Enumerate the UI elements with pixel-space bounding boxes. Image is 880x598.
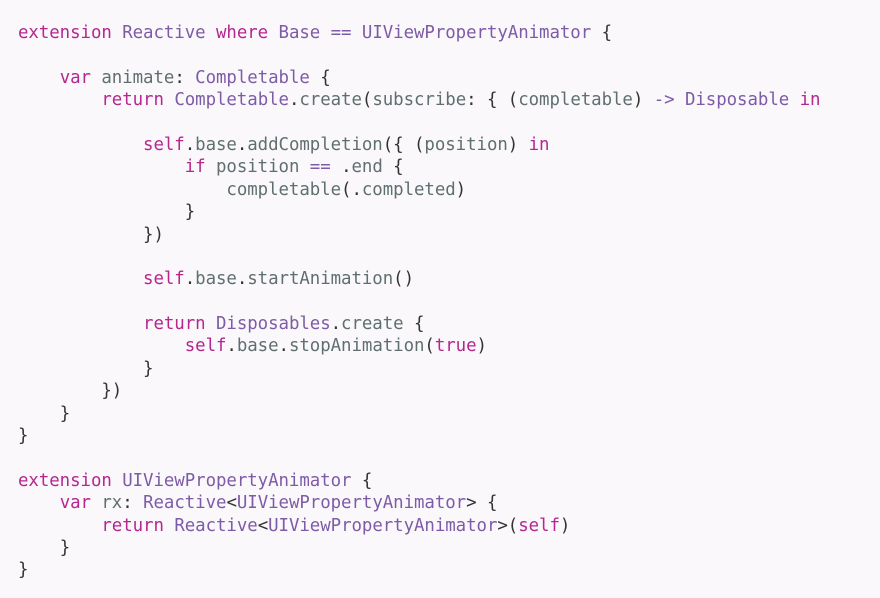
code-line: return Reactive<UIViewPropertyAnimator>(… [101,515,571,536]
code-line: } [184,202,196,223]
code-line: var rx: Reactive<UIViewPropertyAnimator>… [59,493,498,514]
code-line: } [59,403,71,424]
code-line: extension Reactive where Base == UIViewP… [18,23,612,43]
code-line: self.base.stopAnimation(true) [184,336,487,357]
code-viewer: extension Reactive where Base == UIViewP… [0,0,880,598]
code-line: if position == .end { [184,157,404,178]
code-block: extension Reactive where Base == UIViewP… [18,22,880,582]
code-line: self.base.startAnimation() [143,269,414,290]
code-line: return Disposables.create { [143,314,425,335]
code-line: extension UIViewPropertyAnimator { [18,470,373,491]
code-line: }) [143,224,164,245]
code-line: completable(.completed) [226,179,467,200]
code-content[interactable]: extension Reactive where Base == UIViewP… [18,22,880,582]
code-line: return Completable.create(subscribe: { (… [101,90,821,111]
code-line: var animate: Completable { [59,67,331,88]
code-line: } [18,426,29,447]
code-line: self.base.addCompletion({ (position) in [143,134,550,155]
code-line: }) [101,381,123,402]
code-line: } [18,560,29,581]
code-line: } [59,537,71,558]
code-line: } [143,358,154,379]
